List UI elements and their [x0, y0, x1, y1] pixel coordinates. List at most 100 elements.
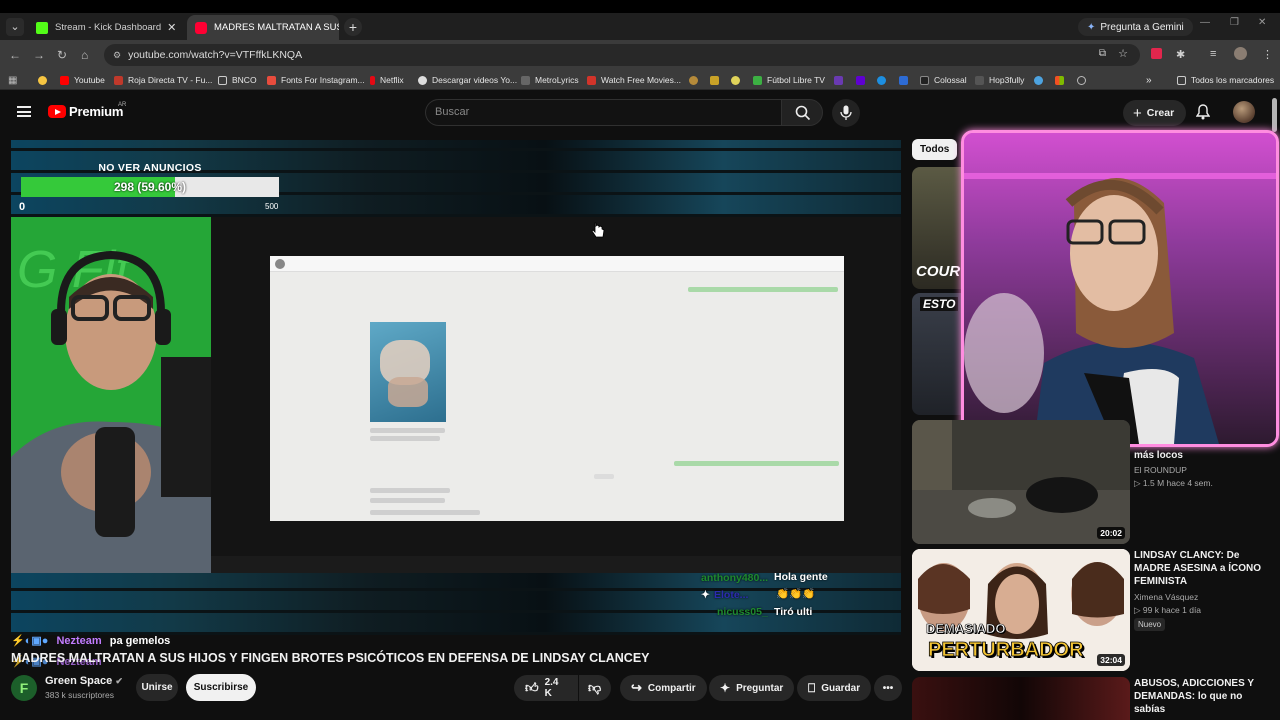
bookmark-label: Descargar videos Yo...: [432, 75, 518, 85]
bookmark-metrolyrics[interactable]: MetroLyrics: [521, 73, 579, 87]
bookmark-label: BNCO: [232, 75, 257, 85]
thumbs-up-icon: 👍︎: [525, 680, 539, 695]
bookmark-colossal[interactable]: Colossal: [920, 73, 967, 87]
bookmark-roja-directa[interactable]: Roja Directa TV - Fu...: [114, 73, 212, 87]
reload-icon[interactable]: ↻: [57, 47, 67, 63]
bookmark-watch-free-movies[interactable]: Watch Free Movies...: [587, 73, 681, 87]
bookmark-futbol-libre[interactable]: Fútbol Libre TV: [753, 73, 825, 87]
bookmark-icon[interactable]: [1034, 73, 1048, 87]
gemini-icon: ✦: [1087, 21, 1096, 33]
bookmark-hop3fully[interactable]: Hop3fully: [975, 73, 1024, 87]
site-info-icon[interactable]: ⚙: [113, 50, 121, 61]
share-button[interactable]: ↪ Compartir: [620, 675, 707, 701]
chat-photo: [370, 322, 446, 422]
thumbnail-image: [912, 420, 1130, 544]
save-button[interactable]: ⎕ Guardar: [797, 675, 872, 701]
minimize-icon[interactable]: —: [1200, 17, 1210, 28]
bookmark-icon[interactable]: [834, 73, 848, 87]
forward-icon[interactable]: →: [33, 47, 45, 63]
bookmark-netflix[interactable]: Netflix: [370, 73, 404, 87]
video-player[interactable]: NO VER ANUNCIOS 298 (59.60%) 0 500 G Fit: [11, 140, 901, 635]
country-code: AR: [118, 102, 127, 108]
extension-icon[interactable]: [1151, 48, 1162, 59]
recommended-title[interactable]: LINDSAY CLANCY: De MADRE ASESINA a ÍCONO…: [1134, 549, 1264, 588]
gemini-button[interactable]: ✦ Pregunta a Gemini: [1078, 18, 1193, 36]
create-button[interactable]: + Crear: [1123, 100, 1187, 126]
recommended-thumbnail[interactable]: DEMASIADO PERTURBADOR 32:04: [912, 549, 1130, 671]
emoji-bookmark-icon[interactable]: [38, 73, 52, 87]
recommended-thumbnail[interactable]: 20:02: [912, 420, 1130, 544]
create-label: Crear: [1146, 107, 1175, 119]
recommended-channel[interactable]: El ROUNDUP: [1134, 465, 1187, 475]
sparkle-icon: ✦: [720, 681, 731, 695]
dislike-button[interactable]: 👎︎: [579, 675, 611, 701]
bookmark-label: Colossal: [934, 75, 967, 85]
kick-favicon-icon: [36, 21, 48, 34]
bookmark-icon[interactable]: [731, 73, 745, 87]
like-button[interactable]: 👍︎ 2.4 K: [514, 675, 578, 701]
bookmark-icon[interactable]: [689, 73, 703, 87]
install-app-icon[interactable]: ⧉: [1099, 48, 1106, 59]
address-bar[interactable]: ⚙ youtube.com/watch?v=VTFffkLKNQA ⧉ ☆: [104, 44, 1140, 66]
bookmark-globe-icon[interactable]: [1077, 73, 1091, 87]
bookmark-star-icon[interactable]: ☆: [1118, 47, 1128, 60]
new-tab-button[interactable]: +: [344, 18, 362, 36]
apps-grid-icon[interactable]: ▦: [8, 73, 17, 87]
media-controls-icon[interactable]: ≡: [1210, 48, 1216, 60]
search-button[interactable]: [781, 99, 823, 126]
overlay-chat-bottom: ⚡◐▣● Nezteam pa gemelos: [11, 634, 170, 647]
browser-tab-strip: ⌄ Stream - Kick Dashboard ✕ MADRES MALTR…: [0, 0, 1280, 40]
all-bookmarks-folder[interactable]: Todos los marcadores: [1177, 73, 1274, 87]
browser-menu-icon[interactable]: ⋮: [1262, 48, 1273, 61]
profile-avatar-icon[interactable]: [1234, 47, 1247, 60]
more-bookmarks-icon[interactable]: »: [1146, 73, 1152, 87]
recommended-title[interactable]: ABUSOS, ADICCIONES Y DEMANDAS: lo que no…: [1134, 677, 1264, 716]
join-button[interactable]: Unirse: [136, 674, 178, 701]
bookmark-youtube[interactable]: Youtube: [60, 73, 105, 87]
account-avatar[interactable]: [1233, 101, 1255, 123]
bookmark-icon[interactable]: [877, 73, 891, 87]
channel-name[interactable]: Green Space ✔: [45, 675, 123, 687]
tab-search-button[interactable]: ⌄: [6, 18, 24, 36]
bookmark-label: Fonts For Instagram...: [281, 75, 365, 85]
page-scrollbar[interactable]: [1272, 98, 1277, 132]
ad-goal-title: NO VER ANUNCIOS: [98, 162, 202, 174]
bookmark-bnco-folder[interactable]: BNCO: [218, 73, 257, 87]
filter-chip-all[interactable]: Todos: [912, 139, 958, 160]
menu-icon[interactable]: [17, 106, 31, 117]
bookmark-label: Fútbol Libre TV: [767, 75, 825, 85]
subscribe-button[interactable]: Suscribirse: [186, 674, 256, 701]
bookmark-icon: ⎕: [808, 680, 816, 695]
ad-goal-count: 298 (59.60%): [113, 180, 187, 194]
tab-kick-dashboard[interactable]: Stream - Kick Dashboard ✕: [28, 15, 183, 40]
voice-search-button[interactable]: [832, 99, 860, 127]
premium-logo-text[interactable]: Premium: [69, 104, 123, 119]
maximize-icon[interactable]: ❐: [1230, 17, 1239, 28]
ask-button[interactable]: ✦ Preguntar: [709, 675, 795, 701]
bookmark-descargar[interactable]: Descargar videos Yo...: [418, 73, 517, 87]
home-icon[interactable]: ⌂: [81, 47, 88, 63]
streamer-facecam: [961, 130, 1279, 447]
bookmark-fonts[interactable]: Fonts For Instagram...: [267, 73, 365, 87]
youtube-logo-icon[interactable]: [48, 105, 66, 118]
close-window-icon[interactable]: ✕: [1258, 17, 1266, 28]
bookmark-icon[interactable]: [710, 73, 724, 87]
search-input[interactable]: Buscar: [425, 99, 781, 126]
close-tab-icon[interactable]: ✕: [161, 21, 176, 34]
bookmark-label: MetroLyrics: [535, 75, 579, 85]
tab-youtube-video[interactable]: MADRES MALTRATAN A SUS H ✕: [187, 15, 339, 40]
recommended-channel[interactable]: Ximena Vásquez: [1134, 592, 1198, 602]
ad-goal-max: 500: [265, 202, 279, 211]
bookmark-yahoo-icon[interactable]: [856, 73, 870, 87]
video-duration: 32:04: [1097, 654, 1125, 666]
back-icon[interactable]: ←: [9, 47, 21, 63]
more-actions-button[interactable]: •••: [874, 675, 902, 701]
notifications-bell-icon[interactable]: [1196, 104, 1210, 120]
bookmark-microsoft-icon[interactable]: [1055, 73, 1069, 87]
bookmark-icon[interactable]: [899, 73, 913, 87]
recommended-thumbnail[interactable]: [912, 677, 1130, 720]
extensions-puzzle-icon[interactable]: ✱: [1176, 48, 1185, 61]
channel-avatar[interactable]: F: [11, 675, 37, 701]
recommended-title[interactable]: más locos: [1134, 449, 1264, 462]
contact-avatar: [275, 259, 285, 269]
